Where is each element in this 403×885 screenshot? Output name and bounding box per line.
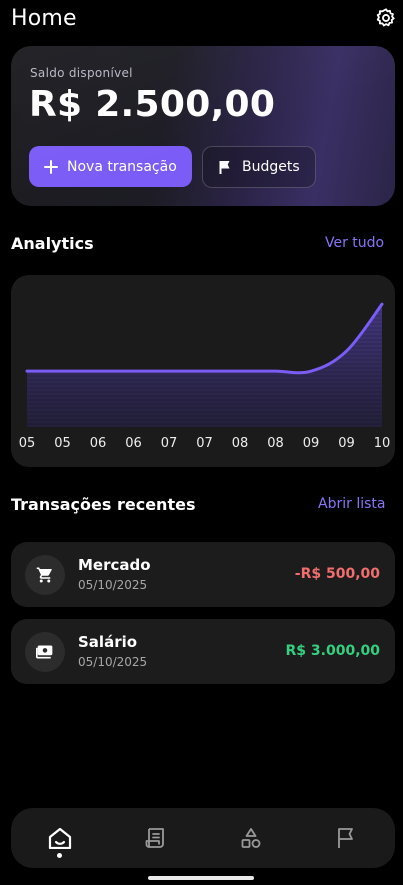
- new-transaction-button[interactable]: Nova transação: [29, 146, 192, 187]
- home-icon: [48, 827, 72, 849]
- chart-x-axis: 05 05 06 06 07 07 08 08 09 09 10: [11, 436, 395, 452]
- budgets-button[interactable]: Budgets: [202, 146, 316, 188]
- transaction-date: 05/10/2025: [78, 655, 148, 669]
- chart-x-tick-label: 05: [18, 436, 36, 451]
- analytics-title: Analytics: [11, 234, 94, 253]
- new-transaction-label: Nova transação: [67, 158, 177, 175]
- plus-icon: [44, 159, 58, 174]
- recent-transactions-title: Transações recentes: [11, 495, 196, 514]
- chart-series-line: [25, 302, 384, 375]
- nav-home[interactable]: [47, 825, 73, 851]
- app-header: Home: [0, 0, 403, 40]
- chart-x-tick-label: 07: [160, 436, 178, 451]
- transaction-name: Salário: [78, 633, 138, 651]
- open-list-link[interactable]: Abrir lista: [318, 496, 385, 512]
- balance-value: R$ 2.500,00: [29, 84, 276, 125]
- analytics-chart-card: 05 05 06 06 07 07 08 08 09 09 10: [11, 275, 395, 467]
- chart-x-tick-label: 06: [89, 436, 107, 451]
- gear-icon: [376, 8, 395, 27]
- chart-plot-area: [25, 302, 384, 427]
- chart-x-tick-label: 09: [302, 436, 320, 451]
- nav-transactions[interactable]: [142, 825, 168, 851]
- chart-x-tick-label: 10: [373, 436, 391, 451]
- active-nav-indicator: [57, 853, 62, 858]
- settings-button[interactable]: [375, 7, 397, 29]
- categories-icon: [241, 828, 261, 848]
- bottom-navigation: [11, 808, 395, 868]
- cart-icon: [36, 567, 52, 583]
- chart-x-tick-label: 05: [54, 436, 71, 451]
- nav-categories[interactable]: [238, 825, 264, 851]
- nav-budgets[interactable]: [333, 825, 359, 851]
- chart-x-tick-label: 07: [196, 436, 213, 451]
- page-title: Home: [11, 6, 77, 31]
- transaction-icon-circle: [25, 632, 65, 672]
- receipt-icon: [145, 828, 164, 848]
- transaction-name: Mercado: [78, 556, 151, 574]
- budgets-label: Budgets: [242, 159, 300, 175]
- flag-icon: [338, 828, 353, 848]
- flag-icon: [219, 160, 230, 174]
- transaction-amount: -R$ 500,00: [294, 566, 380, 582]
- balance-card: Saldo disponível R$ 2.500,00 Nova transa…: [11, 46, 395, 206]
- transaction-date: 05/10/2025: [78, 578, 148, 592]
- balance-label: Saldo disponível: [30, 66, 133, 80]
- transaction-item[interactable]: Salário 05/10/2025 R$ 3.000,00: [11, 619, 395, 684]
- chart-x-tick-label: 08: [231, 436, 249, 451]
- transaction-icon-circle: [25, 555, 65, 595]
- chart-x-tick-label: 06: [125, 436, 142, 451]
- chart-x-tick-label: 09: [338, 436, 355, 451]
- transaction-item[interactable]: Mercado 05/10/2025 -R$ 500,00: [11, 542, 395, 607]
- analytics-see-all-link[interactable]: Ver tudo: [325, 235, 384, 251]
- home-indicator: [148, 876, 254, 880]
- cash-icon: [36, 645, 53, 659]
- chart-x-tick-label: 08: [267, 436, 284, 451]
- transaction-amount: R$ 3.000,00: [285, 643, 380, 659]
